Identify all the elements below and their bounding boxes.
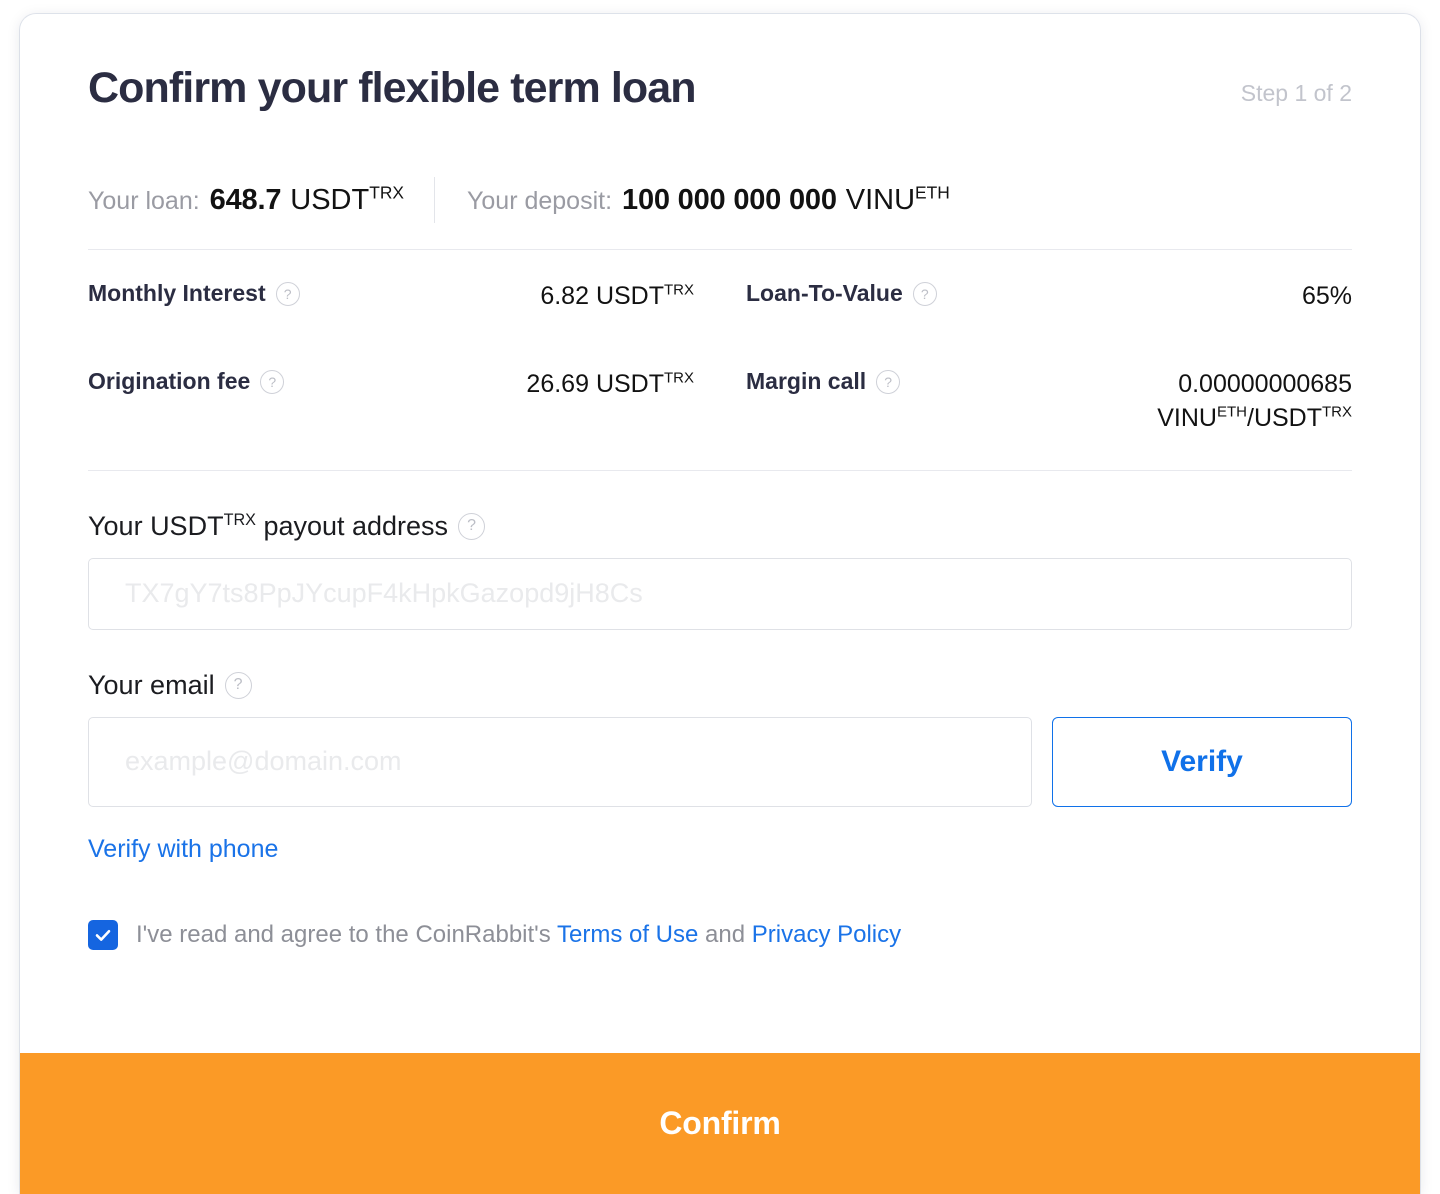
loan-stats-grid: Monthly Interest ? 6.82 USDTTRX Loan-To-… [88, 250, 1352, 471]
agreement-text-before: I've read and agree to the CoinRabbit's [136, 920, 551, 948]
stat-label: Origination fee ? [88, 368, 285, 395]
verify-button[interactable]: Verify [1052, 716, 1352, 807]
deposit-amount-value: 100 000 000 000 [622, 183, 837, 216]
deposit-amount-label: Your deposit: [467, 186, 613, 215]
email-input-row: Verify [88, 716, 1352, 807]
deposit-summary-item: Your deposit: 100 000 000 000 VINUETH [467, 181, 950, 217]
ltv-value: 65% [1301, 282, 1352, 311]
origination-fee-value: 26.69 USDTTRX [526, 369, 694, 399]
agreement-text: I've read and agree to the CoinRabbit's … [136, 921, 901, 949]
email-input[interactable] [88, 716, 1032, 807]
check-icon [95, 929, 111, 941]
payout-address-label: Your USDTTRX payout address ? [88, 511, 1352, 542]
monthly-interest-label: Monthly Interest [88, 280, 266, 307]
help-icon[interactable]: ? [260, 369, 285, 394]
help-icon[interactable]: ? [275, 281, 300, 306]
loan-ticker-network: TRX [369, 181, 404, 202]
stat-monthly-interest: Monthly Interest ? 6.82 USDTTRX [88, 258, 694, 346]
help-icon[interactable]: ? [876, 369, 901, 394]
confirm-button[interactable]: Confirm [20, 1053, 1420, 1194]
agreement-checkbox[interactable] [88, 919, 118, 950]
margin-call-value: 0.00000000685 VINUETH/USDTTRX [1157, 370, 1352, 432]
loan-summary: Your loan: 648.7 USDTTRX Your deposit: 1… [88, 177, 1352, 251]
help-icon[interactable]: ? [458, 512, 486, 540]
step-indicator: Step 1 of 2 [1240, 80, 1352, 106]
email-section: Your email ? Verify Verify with phone [88, 630, 1352, 864]
stat-margin-call: Margin call ? 0.00000000685 VINUETH/USDTT… [746, 346, 1352, 436]
email-label: Your email ? [88, 670, 1352, 701]
loan-summary-item: Your loan: 648.7 USDTTRX [88, 181, 434, 217]
card-header: Confirm your flexible term loan Step 1 o… [88, 64, 1352, 112]
loan-amount-ticker: USDTTRX [290, 181, 404, 216]
stat-origination-fee: Origination fee ? 26.69 USDTTRX [88, 346, 694, 436]
email-label-text: Your email [88, 669, 215, 700]
monthly-interest-value: 6.82 USDTTRX [540, 281, 694, 311]
page-root: Confirm your flexible term loan Step 1 o… [0, 0, 1440, 1194]
payout-address-section: Your USDTTRX payout address ? [88, 471, 1352, 630]
help-icon[interactable]: ? [912, 281, 937, 306]
deposit-ticker-network: ETH [915, 181, 950, 202]
stat-label: Margin call ? [746, 368, 901, 395]
page-title: Confirm your flexible term loan [88, 64, 697, 112]
loan-amount-label: Your loan: [88, 186, 200, 215]
terms-of-use-link[interactable]: Terms of Use [557, 921, 698, 948]
agreement-row: I've read and agree to the CoinRabbit's … [88, 919, 1352, 984]
deposit-amount-ticker: VINUETH [845, 181, 950, 216]
margin-call-label: Margin call [746, 368, 867, 395]
privacy-policy-link[interactable]: Privacy Policy [752, 921, 901, 948]
agreement-conjunction: and [705, 920, 746, 948]
ltv-label: Loan-To-Value [746, 280, 903, 307]
summary-divider [434, 177, 435, 224]
verify-with-phone-link[interactable]: Verify with phone [88, 835, 278, 864]
origination-fee-label: Origination fee [88, 368, 251, 395]
stat-label: Loan-To-Value ? [746, 280, 937, 307]
stat-label: Monthly Interest ? [88, 280, 300, 307]
card-body: Confirm your flexible term loan Step 1 o… [20, 14, 1420, 984]
loan-amount-value: 648.7 [209, 183, 282, 216]
help-icon[interactable]: ? [224, 671, 252, 699]
payout-address-input[interactable] [88, 557, 1352, 630]
stat-loan-to-value: Loan-To-Value ? 65% [746, 258, 1352, 346]
loan-confirmation-card: Confirm your flexible term loan Step 1 o… [20, 14, 1420, 1194]
